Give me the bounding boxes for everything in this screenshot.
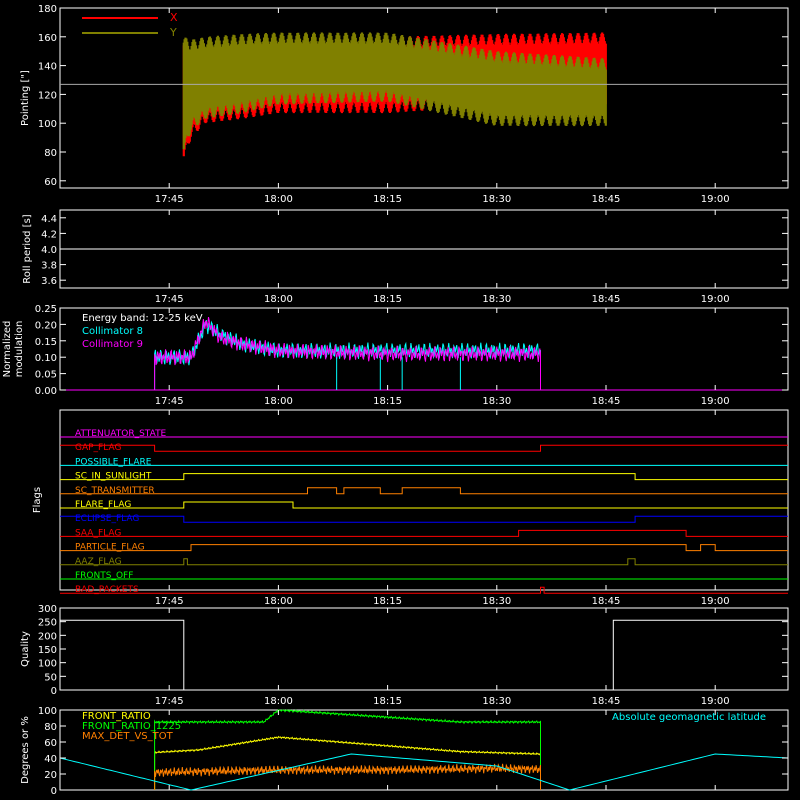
quality-ytick-label: 100 [38, 659, 57, 670]
roll-xtick-label: 18:15 [373, 294, 402, 305]
flags-xtick-label: 18:15 [373, 596, 402, 607]
quality-ytick-label: 150 [38, 645, 57, 656]
flags-xtick-label: 18:00 [264, 596, 293, 607]
roll-xtick-label: 18:45 [592, 294, 621, 305]
modulation-xtick-label: 18:30 [482, 396, 511, 407]
quality-xtick-label: 19:00 [701, 696, 730, 707]
pointing-xtick-label: 18:45 [592, 194, 621, 205]
series-max-det-vs-tot-line [154, 763, 541, 790]
pointing-ytick-label: 160 [38, 33, 57, 44]
pointing-ytick-label: 120 [38, 90, 57, 101]
flag-line-flare-flag [60, 501, 788, 509]
modulation-ylabel: modulation [14, 321, 25, 378]
flags-xtick-label: 17:45 [155, 596, 184, 607]
roll-ytick-label: 3.6 [41, 276, 57, 287]
quality-ytick-label: 300 [38, 604, 57, 615]
ratios-ytick-label: 40 [44, 754, 57, 765]
modulation-xtick-label: 18:45 [592, 396, 621, 407]
flags-xtick-label: 18:45 [592, 596, 621, 607]
ratios-ytick-label: 100 [38, 706, 57, 717]
flags-ylabel: Flags [32, 487, 43, 513]
ratios-ylabel: Degrees or % [20, 716, 31, 784]
series-front-ratio-line [154, 735, 541, 790]
roll-xtick-label: 18:30 [482, 294, 511, 305]
flag-line-aaz-flag [60, 558, 788, 566]
modulation-ylabel: Normalized [2, 321, 13, 378]
modulation-xtick-label: 19:00 [701, 396, 730, 407]
legend-x-label: X [170, 11, 178, 24]
quality-ylabel: Quality [20, 631, 31, 667]
flag-line-eclipse-flag [60, 515, 788, 523]
modulation-energy-annotation: Energy band: 12-25 keV [82, 313, 203, 324]
modulation-ytick-label: 0.20 [35, 320, 57, 331]
ratios-ytick-label: 80 [44, 722, 57, 733]
roll-xtick-label: 19:00 [701, 294, 730, 305]
pointing-xtick-label: 17:45 [155, 194, 184, 205]
modulation-ytick-label: 0.05 [35, 370, 57, 381]
quality-xtick-label: 18:30 [482, 696, 511, 707]
flags-xtick-label: 18:30 [482, 596, 511, 607]
pointing-xtick-label: 19:00 [701, 194, 730, 205]
flags-xtick-label: 19:00 [701, 596, 730, 607]
quality-xtick-label: 17:45 [155, 696, 184, 707]
flag-line-saa-flag [60, 529, 788, 537]
pointing-ytick-label: 140 [38, 62, 57, 73]
ratios-ytick-label: 0 [51, 786, 57, 797]
legend-max-det-vs-tot-label: MAX_DET_VS_TOT [82, 731, 174, 742]
pointing-xtick-label: 18:15 [373, 194, 402, 205]
pointing-ytick-label: 180 [38, 4, 57, 15]
legend-y-label: Y [169, 26, 177, 39]
flag-line-particle-flag [60, 544, 788, 552]
modulation-xtick-label: 17:45 [155, 396, 184, 407]
pointing-xtick-label: 18:30 [482, 194, 511, 205]
roll-ytick-label: 4.0 [41, 245, 57, 256]
pointing-ytick-label: 80 [44, 148, 57, 159]
pointing-ytick-label: 60 [44, 177, 57, 188]
roll-xtick-label: 17:45 [155, 294, 184, 305]
modulation-xtick-label: 18:15 [373, 396, 402, 407]
modulation-ytick-label: 0.25 [35, 304, 57, 315]
chart-figure: 60 80 100 120 140 160 180 17:45 18:00 18:15 18:30 1… [0, 0, 800, 800]
quality-line [60, 619, 788, 691]
modulation-ytick-label: 0.10 [35, 353, 57, 364]
roll-ytick-label: 4.2 [41, 229, 57, 240]
quality-xtick-label: 18:45 [592, 696, 621, 707]
chart-svg: 60 80 100 120 140 160 180 17:45 18:00 18:15 18:30 1… [2, 4, 789, 797]
ratios-ytick-label: 20 [44, 770, 57, 781]
modulation-ytick-label: 0.00 [35, 386, 57, 397]
ratios-ytick-label: 60 [44, 738, 57, 749]
roll-xtick-label: 18:00 [264, 294, 293, 305]
flag-line-sc-transmitter [60, 487, 788, 495]
pointing-ylabel: Pointing ["] [20, 70, 31, 126]
legend-collimator-9-label: Collimator 9 [82, 339, 143, 350]
series-front-ratio-1225-line [154, 709, 541, 790]
roll-ylabel: Roll period [s] [22, 214, 33, 283]
pointing-ytick-label: 100 [38, 119, 57, 130]
geomagnetic-latitude-annotation: Absolute geomagnetic latitude [612, 712, 766, 723]
legend-collimator-8-label: Collimator 8 [82, 326, 143, 337]
roll-ytick-label: 4.4 [41, 214, 57, 225]
quality-ytick-label: 200 [38, 631, 57, 642]
quality-ytick-label: 250 [38, 618, 57, 629]
quality-ytick-label: 0 [51, 686, 57, 697]
flag-line-sc-in-sunlight [60, 473, 788, 481]
roll-ytick-label: 3.8 [41, 261, 57, 272]
quality-xtick-label: 18:15 [373, 696, 402, 707]
modulation-ytick-label: 0.15 [35, 337, 57, 348]
quality-xtick-label: 18:00 [264, 696, 293, 707]
flag-line-gap-flag [60, 444, 788, 452]
modulation-xtick-label: 18:00 [264, 396, 293, 407]
pointing-xtick-label: 18:00 [264, 194, 293, 205]
quality-ytick-label: 50 [44, 672, 57, 683]
